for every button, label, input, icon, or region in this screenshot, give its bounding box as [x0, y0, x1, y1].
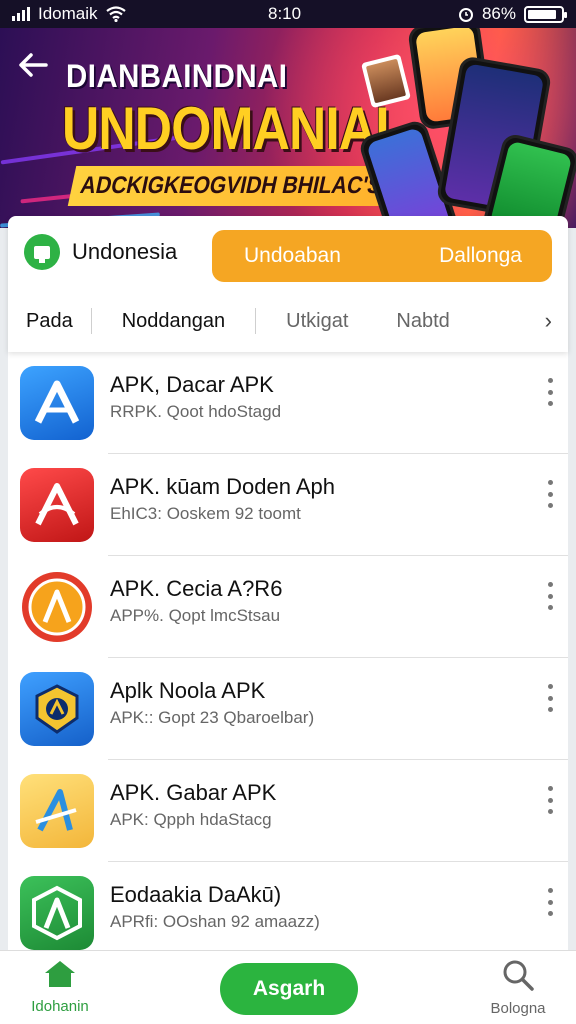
- clock: 8:10: [268, 4, 302, 23]
- nav-home-label: Idohanin: [31, 998, 89, 1015]
- app-icon: [20, 570, 94, 644]
- list-item[interactable]: APK. Gabar APK APK: Qpph hdaStacg: [8, 760, 568, 862]
- app-title: APK. kūam Doden Aph: [110, 474, 336, 499]
- nav-search-label: Bologna: [490, 1000, 546, 1017]
- nav-home[interactable]: Idohanin: [18, 959, 102, 1015]
- list-item[interactable]: APK. kūam Doden Aph EhIC3: Ooskem 92 too…: [8, 454, 568, 556]
- alarm-icon: [458, 8, 473, 22]
- more-options-icon[interactable]: [544, 480, 556, 508]
- wifi-icon: [105, 6, 126, 22]
- app-subtitle: RRPK. Qoot hdoStagd: [110, 402, 282, 421]
- app-subtitle: APRfi: OOshan 92 amaazz): [110, 912, 320, 931]
- app-icon: [20, 366, 94, 440]
- status-bar: Idomaik 8:10 86%: [0, 0, 576, 28]
- back-arrow-icon[interactable]: [16, 50, 50, 80]
- app-subtitle: APP%. Qopt lmcStsau: [110, 606, 281, 625]
- app-icon: [20, 468, 94, 542]
- search-button[interactable]: Asgarh: [220, 963, 358, 1015]
- app-icon: [20, 774, 94, 848]
- toggle-right-option[interactable]: Dallonga: [439, 244, 522, 268]
- app-icon: [20, 672, 94, 746]
- search-icon: [503, 960, 534, 991]
- battery-percent: 86%: [481, 4, 516, 23]
- more-options-icon[interactable]: [544, 888, 556, 916]
- tab-utkigat[interactable]: Utkigat: [256, 310, 378, 333]
- monitor-icon: [24, 234, 60, 270]
- app-title: Eodaakia DaAkū): [110, 882, 282, 907]
- app-list: APK, Dacar APK RRPK. Qoot hdoStagd APK. …: [8, 352, 568, 950]
- app-title: APK, Dacar APK: [110, 372, 274, 397]
- app-subtitle: APK:: Gopt 23 Qbaroelbar): [110, 708, 315, 727]
- app-subtitle: EhIC3: Ooskem 92 toomt: [110, 504, 301, 523]
- list-item[interactable]: APK, Dacar APK RRPK. Qoot hdoStagd: [8, 352, 568, 454]
- app-title: APK. Cecia A?R6: [110, 576, 283, 601]
- nav-search[interactable]: Bologna: [476, 959, 560, 1017]
- banner-title-line2: UNDOMANIAI: [62, 95, 390, 162]
- toggle-left-option[interactable]: Undoaban: [244, 244, 341, 268]
- tab-pada[interactable]: Pada: [8, 310, 91, 333]
- app-icon: [20, 876, 94, 950]
- app-title: Aplk Noola APK: [110, 678, 266, 703]
- signal-icon: [12, 7, 30, 21]
- app-title: APK. Gabar APK: [110, 780, 277, 805]
- tab-nabtd[interactable]: Nabtd: [378, 310, 467, 333]
- app-subtitle: APK: Qpph hdaStacg: [110, 810, 272, 829]
- banner-subtitle: ADCKIGKEOGVIDH BHILAC'S?: [67, 166, 408, 206]
- region-selector[interactable]: Undonesia: [24, 234, 177, 270]
- bottom-nav: Idohanin Asgarh Bologna: [0, 950, 576, 1024]
- more-options-icon[interactable]: [544, 684, 556, 712]
- chevron-right-icon[interactable]: ›: [545, 308, 568, 334]
- more-options-icon[interactable]: [544, 582, 556, 610]
- category-tabs: Pada Noddangan Utkigat Nabtd ›: [8, 300, 568, 342]
- promo-banner[interactable]: DIANBAINDNAI UNDOMANIAI ADCKIGKEOGVIDH B…: [0, 28, 576, 228]
- region-label: Undonesia: [72, 239, 178, 264]
- tab-noddangan[interactable]: Noddangan: [92, 310, 255, 333]
- battery-icon: [524, 5, 567, 23]
- list-item[interactable]: APK. Cecia A?R6 APP%. Qopt lmcStsau: [8, 556, 568, 658]
- list-item[interactable]: Aplk Noola APK APK:: Gopt 23 Qbaroelbar): [8, 658, 568, 760]
- more-options-icon[interactable]: [544, 786, 556, 814]
- more-options-icon[interactable]: [544, 378, 556, 406]
- filter-card: Undonesia Undoaban Dallonga Pada Noddang…: [8, 216, 568, 352]
- segment-toggle[interactable]: Undoaban Dallonga: [212, 230, 552, 282]
- list-item[interactable]: Eodaakia DaAkū) APRfi: OOshan 92 amaazz): [8, 862, 568, 950]
- banner-title-line1: DIANBAINDNAI: [66, 58, 288, 94]
- home-icon: [45, 961, 75, 987]
- carrier-label: Idomaik: [38, 4, 98, 23]
